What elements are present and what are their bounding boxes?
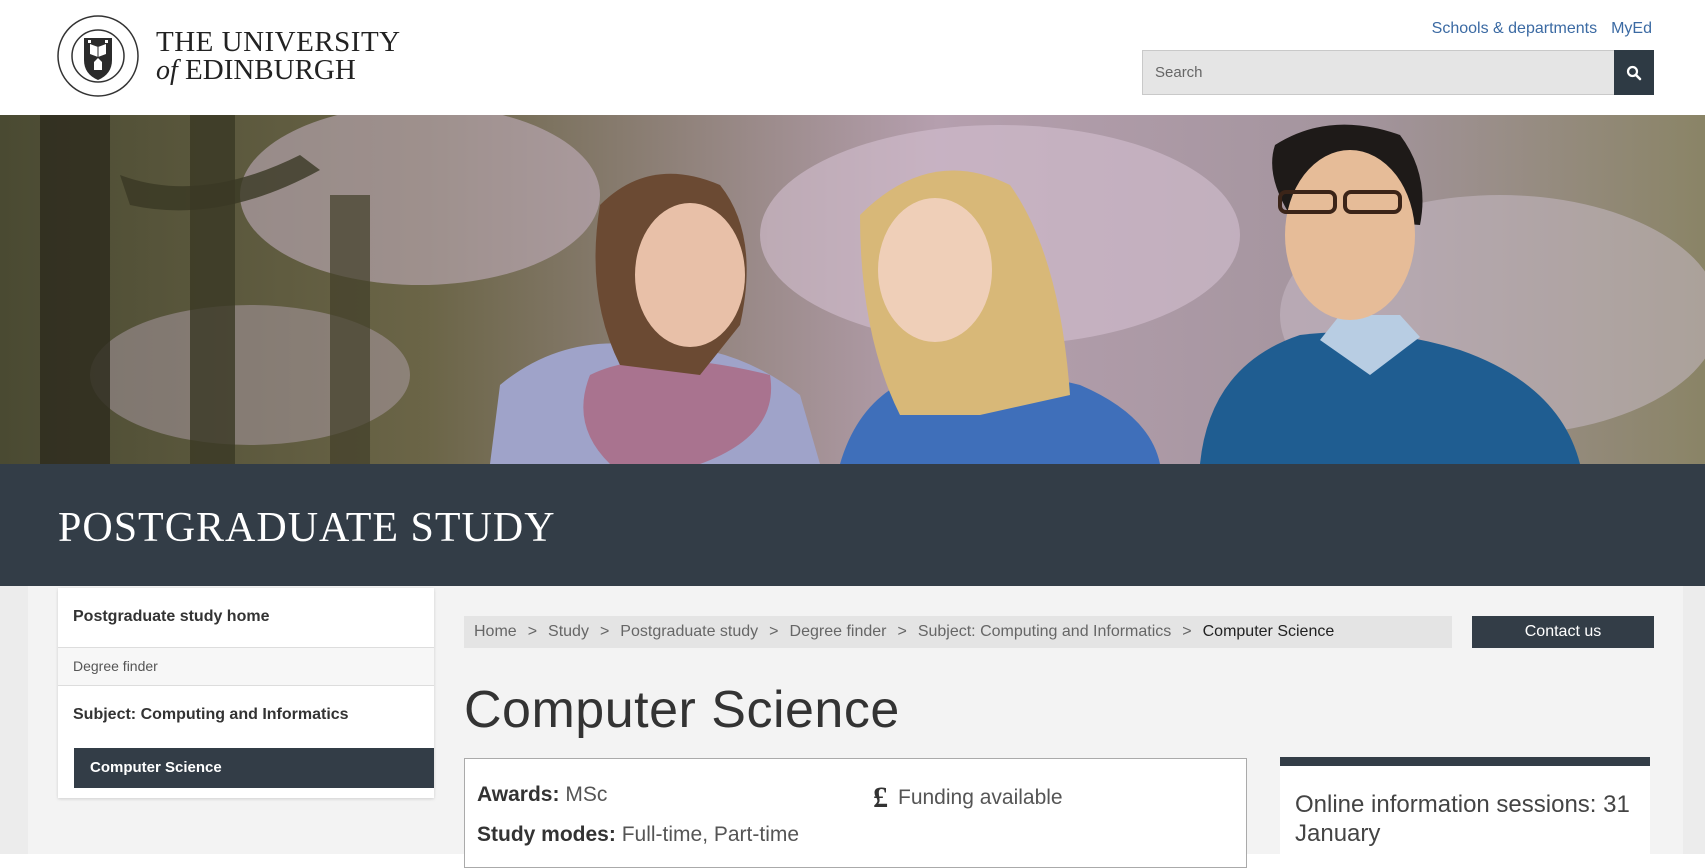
breadcrumb-separator: >	[897, 623, 907, 640]
breadcrumb: Home > Study > Postgraduate study > Degr…	[464, 616, 1452, 648]
myed-link[interactable]: MyEd	[1611, 20, 1652, 38]
study-modes-value: Full-time, Part-time	[621, 823, 800, 846]
awards-row: Awards: MSc	[477, 783, 607, 807]
awards-value: MSc	[565, 783, 608, 806]
side-navigation: Postgraduate study home Degree finder Su…	[58, 588, 434, 798]
breadcrumb-subject[interactable]: Subject: Computing and Informatics	[918, 623, 1171, 641]
page-title: Computer Science	[464, 681, 900, 739]
info-session-text[interactable]: Online information sessions: 31 January	[1295, 790, 1640, 848]
programme-summary: Awards: MSc Study modes: Full-time, Part…	[464, 758, 1247, 868]
breadcrumb-current: Computer Science	[1202, 623, 1335, 640]
breadcrumb-degree-finder[interactable]: Degree finder	[790, 623, 887, 641]
search-input[interactable]	[1142, 50, 1614, 95]
search-icon	[1626, 65, 1642, 80]
funding-info[interactable]: £ Funding available	[873, 781, 1063, 815]
breadcrumb-home[interactable]: Home	[474, 623, 517, 641]
breadcrumb-separator: >	[769, 623, 779, 640]
section-title: POSTGRADUATE STUDY	[58, 505, 556, 551]
logo-of: of	[156, 54, 178, 86]
logo-wordmark: THE UNIVERSITY of EDINBURGH	[156, 25, 401, 86]
utility-links: Schools & departments MyEd	[1432, 20, 1652, 38]
logo-line1: THE UNIVERSITY	[156, 25, 401, 58]
contact-us-button[interactable]: Contact us	[1472, 616, 1654, 648]
site-header: THE UNIVERSITY of EDINBURGH Schools & de…	[0, 0, 1705, 115]
funding-text: Funding available	[898, 786, 1063, 809]
section-banner: POSTGRADUATE STUDY	[0, 464, 1705, 586]
pound-icon: £	[873, 781, 888, 814]
university-crest-icon	[57, 15, 139, 97]
breadcrumb-study[interactable]: Study	[548, 623, 589, 641]
logo-line2: of EDINBURGH	[156, 53, 401, 86]
logo-edinburgh: EDINBURGH	[185, 53, 356, 86]
sidenav-postgraduate-home[interactable]: Postgraduate study home	[58, 588, 434, 648]
sidenav-computer-science-current[interactable]: Computer Science	[74, 748, 434, 788]
study-modes-row: Study modes: Full-time, Part-time	[477, 823, 799, 847]
site-search	[1142, 50, 1654, 95]
awards-label: Awards:	[477, 783, 560, 806]
sidenav-subject-computing[interactable]: Subject: Computing and Informatics	[58, 686, 434, 735]
breadcrumb-separator: >	[527, 623, 538, 640]
hero-students-photo	[0, 115, 1705, 464]
university-logo[interactable]: THE UNIVERSITY of EDINBURGH	[56, 14, 401, 98]
breadcrumb-separator: >	[1182, 623, 1192, 640]
hero-image	[0, 115, 1705, 464]
breadcrumb-separator: >	[599, 623, 610, 640]
search-button[interactable]	[1614, 50, 1654, 95]
schools-departments-link[interactable]: Schools & departments	[1432, 20, 1597, 38]
sidenav-degree-finder[interactable]: Degree finder	[58, 648, 434, 686]
study-modes-label: Study modes:	[477, 823, 616, 846]
info-session-box: Online information sessions: 31 January	[1280, 757, 1650, 867]
breadcrumb-postgraduate-study[interactable]: Postgraduate study	[620, 623, 758, 641]
